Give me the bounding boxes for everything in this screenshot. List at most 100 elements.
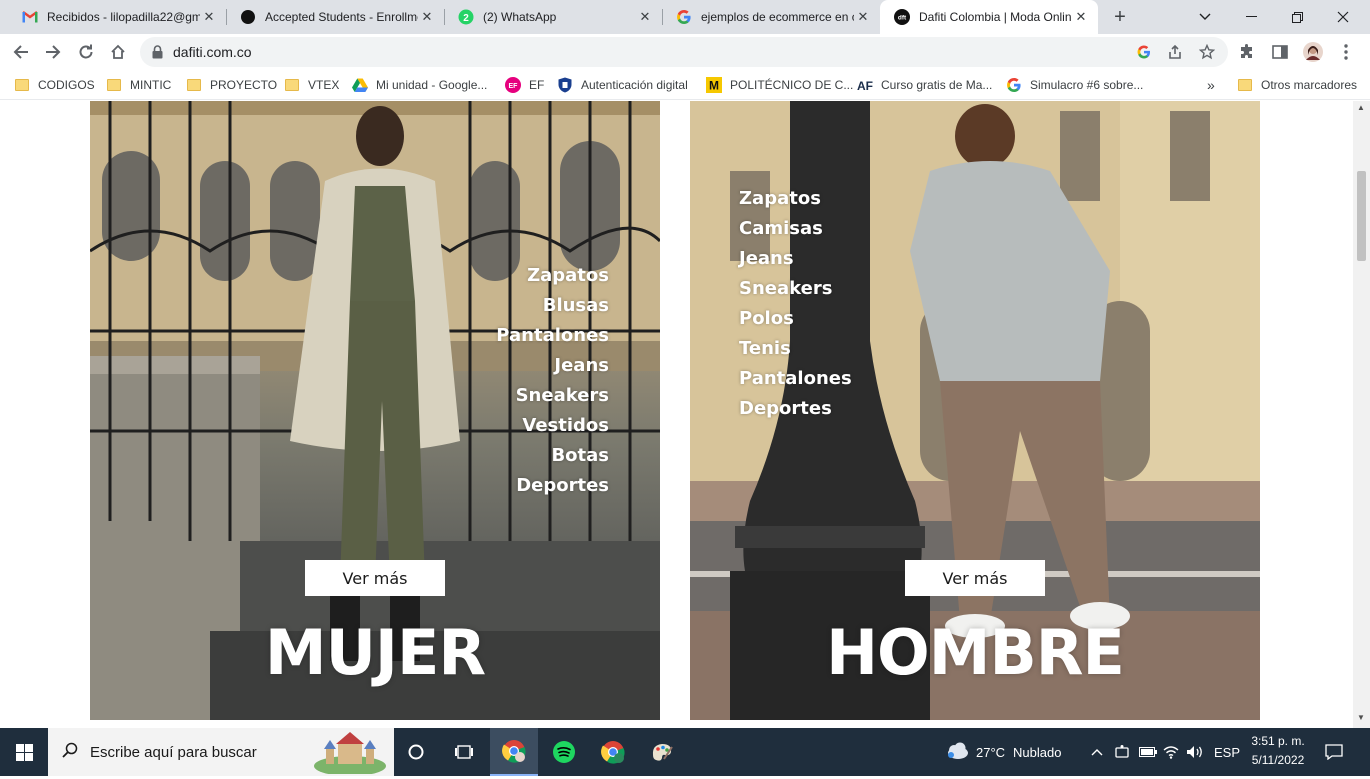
close-icon[interactable]: ✕ xyxy=(418,9,436,25)
bookmark-mintic[interactable]: MINTIC xyxy=(106,76,171,94)
category-link[interactable]: Camisas xyxy=(739,214,852,244)
page-scrollbar[interactable]: ▲ ▼ xyxy=(1353,101,1370,728)
bookmark-curso-gratis[interactable]: AF Curso gratis de Ma... xyxy=(857,76,992,94)
windows-start-icon[interactable] xyxy=(0,728,48,776)
category-link[interactable]: Sneakers xyxy=(496,381,609,411)
taskbar-search-box[interactable]: Escribe aquí para buscar xyxy=(48,728,394,776)
google-lens-icon[interactable] xyxy=(1135,43,1153,61)
chrome-profile-taskbar-icon[interactable] xyxy=(589,728,637,776)
share-icon[interactable] xyxy=(1166,43,1184,61)
address-bar[interactable]: dafiti.com.co xyxy=(140,37,1228,67)
bookmark-star-icon[interactable] xyxy=(1198,43,1216,61)
close-icon[interactable]: ✕ xyxy=(1072,9,1090,25)
bookmark-label: MINTIC xyxy=(130,78,172,92)
bookmark-vtex[interactable]: VTEX xyxy=(284,76,339,94)
scroll-down-arrow-icon[interactable]: ▼ xyxy=(1357,713,1365,722)
paint-icon[interactable] xyxy=(638,728,686,776)
category-link[interactable]: Zapatos xyxy=(496,261,609,291)
minimize-icon[interactable] xyxy=(1228,0,1274,34)
github-icon xyxy=(240,9,256,25)
bookmark-codigos[interactable]: CODIGOS xyxy=(14,76,95,94)
language-indicator[interactable]: ESP xyxy=(1214,728,1240,776)
url-text: dafiti.com.co xyxy=(173,44,252,60)
category-link[interactable]: Zapatos xyxy=(739,184,852,214)
volume-icon[interactable] xyxy=(1186,728,1204,776)
task-view-icon[interactable] xyxy=(440,728,488,776)
notifications-icon[interactable] xyxy=(1325,728,1343,776)
back-icon[interactable] xyxy=(11,42,31,62)
banner-mujer[interactable]: Zapatos Blusas Pantalones Jeans Sneakers… xyxy=(90,101,660,720)
reload-icon[interactable] xyxy=(76,42,96,62)
close-icon[interactable]: ✕ xyxy=(636,9,654,25)
tab-dafiti[interactable]: dft Dafiti Colombia | Moda Onlin ✕ xyxy=(880,0,1098,34)
category-link[interactable]: Jeans xyxy=(739,244,852,274)
cortana-icon[interactable] xyxy=(392,728,440,776)
banner-hombre[interactable]: Zapatos Camisas Jeans Sneakers Polos Ten… xyxy=(690,101,1260,720)
bookmarks-bar: CODIGOS MINTIC PROYECTO VTEX Mi unidad -… xyxy=(0,70,1370,100)
bookmark-proyecto[interactable]: PROYECTO xyxy=(186,76,277,94)
clock-time: 3:51 p. m. xyxy=(1251,734,1305,748)
bookmark-ef[interactable]: EF EF xyxy=(505,76,544,94)
bookmark-label: EF xyxy=(529,78,545,92)
category-link[interactable]: Vestidos xyxy=(496,411,609,441)
svg-text:2: 2 xyxy=(463,13,469,24)
gmail-icon xyxy=(22,9,38,25)
spotify-icon[interactable] xyxy=(540,728,588,776)
tab-gmail[interactable]: Recibidos - lilopadilla22@gm ✕ xyxy=(8,0,226,34)
category-link[interactable]: Pantalones xyxy=(739,364,852,394)
meet-now-icon[interactable] xyxy=(1115,728,1129,776)
weather-temp: 27°C xyxy=(976,744,1006,760)
bookmark-autenticacion[interactable]: Autenticación digital xyxy=(557,76,688,94)
tab-google-search[interactable]: ejemplos de ecommerce en c ✕ xyxy=(662,0,880,34)
side-panel-icon[interactable] xyxy=(1270,42,1290,62)
close-icon[interactable]: ✕ xyxy=(854,9,872,25)
category-link[interactable]: Deportes xyxy=(496,471,609,501)
category-link[interactable]: Polos xyxy=(739,304,852,334)
battery-icon[interactable] xyxy=(1139,728,1157,776)
folder-icon xyxy=(106,77,122,93)
hombre-heading: HOMBRE xyxy=(826,616,1125,689)
scroll-up-arrow-icon[interactable]: ▲ xyxy=(1357,103,1365,112)
category-link[interactable]: Deportes xyxy=(739,394,852,424)
lock-icon[interactable] xyxy=(152,45,163,64)
chrome-taskbar-icon[interactable] xyxy=(490,728,538,776)
ver-mas-mujer-button[interactable]: Ver más xyxy=(305,560,445,596)
forward-icon[interactable] xyxy=(43,42,63,62)
category-link[interactable]: Pantalones xyxy=(496,321,609,351)
weather-widget[interactable]: 27°C Nublado xyxy=(944,728,1061,776)
close-icon[interactable]: ✕ xyxy=(200,9,218,25)
home-icon[interactable] xyxy=(108,42,128,62)
bookmarks-overflow-chevron[interactable]: » xyxy=(1207,76,1215,94)
category-link[interactable]: Tenis xyxy=(739,334,852,364)
category-link[interactable]: Botas xyxy=(496,441,609,471)
bookmark-simulacro[interactable]: Simulacro #6 sobre... xyxy=(1006,76,1143,94)
profile-avatar[interactable] xyxy=(1303,42,1323,62)
menu-icon[interactable] xyxy=(1336,42,1356,62)
new-tab-icon[interactable]: + xyxy=(1110,7,1130,27)
restore-icon[interactable] xyxy=(1274,0,1320,34)
scroll-thumb[interactable] xyxy=(1357,171,1366,261)
category-link[interactable]: Jeans xyxy=(496,351,609,381)
show-hidden-icons-chevron-icon[interactable] xyxy=(1091,728,1103,776)
bookmark-google-drive[interactable]: Mi unidad - Google... xyxy=(352,76,487,94)
bookmark-otros-marcadores[interactable]: Otros marcadores xyxy=(1237,76,1357,94)
bookmark-label: POLITÉCNICO DE C... xyxy=(730,78,854,92)
extensions-icon[interactable] xyxy=(1237,42,1257,62)
wifi-icon[interactable] xyxy=(1163,728,1179,776)
close-window-icon[interactable] xyxy=(1320,0,1366,34)
tab-strip: Recibidos - lilopadilla22@gm ✕ Accepted … xyxy=(0,0,1370,34)
mujer-category-list: Zapatos Blusas Pantalones Jeans Sneakers… xyxy=(496,261,609,501)
taskbar-clock[interactable]: 3:51 p. m. 5/11/2022 xyxy=(1240,732,1316,770)
tab-search-icon[interactable] xyxy=(1182,0,1228,34)
svg-text:dft: dft xyxy=(898,15,907,22)
category-link[interactable]: Blusas xyxy=(496,291,609,321)
category-link[interactable]: Sneakers xyxy=(739,274,852,304)
ver-mas-hombre-button[interactable]: Ver más xyxy=(905,560,1045,596)
bookmark-politecnico[interactable]: M POLITÉCNICO DE C... xyxy=(706,76,853,94)
tab-whatsapp[interactable]: 2 (2) WhatsApp ✕ xyxy=(444,0,662,34)
bookmark-label: CODIGOS xyxy=(38,78,95,92)
tab-title: Accepted Students - Enrollme xyxy=(265,10,418,24)
google-icon xyxy=(1006,77,1022,93)
tab-accepted-students[interactable]: Accepted Students - Enrollme ✕ xyxy=(226,0,444,34)
clock-date: 5/11/2022 xyxy=(1251,753,1305,767)
